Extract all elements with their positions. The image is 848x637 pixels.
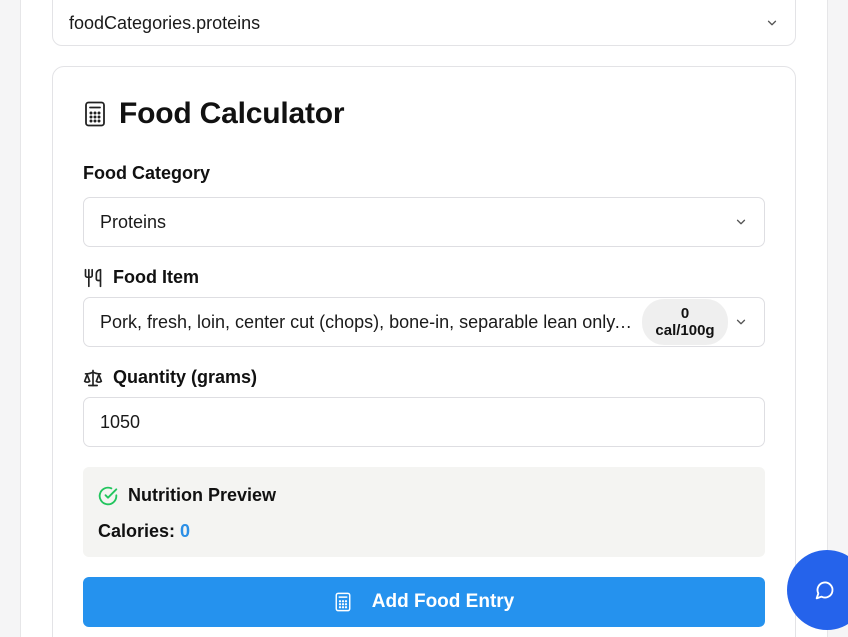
- food-item-label: Food Item: [83, 267, 199, 288]
- message-circle-icon: [815, 581, 834, 600]
- category-dropdown-top[interactable]: foodCategories.proteins: [52, 0, 796, 46]
- add-food-entry-label: Add Food Entry: [371, 591, 515, 612]
- food-category-select[interactable]: Proteins: [83, 197, 765, 247]
- quantity-value: 1050: [100, 411, 141, 432]
- add-food-entry-button[interactable]: Add Food Entry: [83, 577, 765, 627]
- calories-label: Calories:: [98, 521, 176, 541]
- calculator-icon: [85, 101, 105, 127]
- food-category-value: Proteins: [100, 211, 167, 232]
- top-select-value: foodCategories.proteins: [69, 12, 261, 33]
- food-category-label: Food Category: [83, 163, 210, 184]
- card-header: Food Calculator: [83, 97, 345, 131]
- quantity-label: Quantity (grams): [83, 367, 257, 388]
- page-title: Food Calculator: [119, 97, 345, 130]
- calories-row: Calories: 0: [98, 521, 190, 542]
- quantity-label-text: Quantity (grams): [113, 367, 258, 387]
- check-circle-icon: [98, 486, 118, 505]
- nutrition-preview: Nutrition Preview Calories: 0: [83, 467, 765, 557]
- chevron-down-icon: [736, 219, 746, 225]
- calorie-badge-value: 0: [680, 304, 690, 322]
- chevron-down-icon: [736, 319, 746, 325]
- food-calculator-card: Food Calculator Food Category Proteins F…: [52, 66, 796, 637]
- food-item-select[interactable]: Pork, fresh, loin, center cut (chops), b…: [83, 297, 765, 347]
- scale-icon: [83, 369, 103, 386]
- food-item-value: Pork, fresh, loin, center cut (chops), b…: [100, 311, 632, 332]
- calories-value: 0: [180, 521, 191, 541]
- utensils-icon: [84, 268, 102, 287]
- nutrition-preview-title: Nutrition Preview: [128, 485, 277, 505]
- food-category-label-text: Food Category: [83, 163, 211, 183]
- calorie-badge: 0 cal/100g: [642, 299, 728, 345]
- food-item-label-text: Food Item: [113, 267, 199, 287]
- nutrition-preview-header: Nutrition Preview: [98, 485, 276, 506]
- chevron-down-icon: [767, 20, 777, 26]
- calorie-badge-unit: cal/100g: [655, 322, 715, 339]
- calculator-icon: [335, 592, 351, 612]
- quantity-input[interactable]: 1050: [83, 397, 765, 447]
